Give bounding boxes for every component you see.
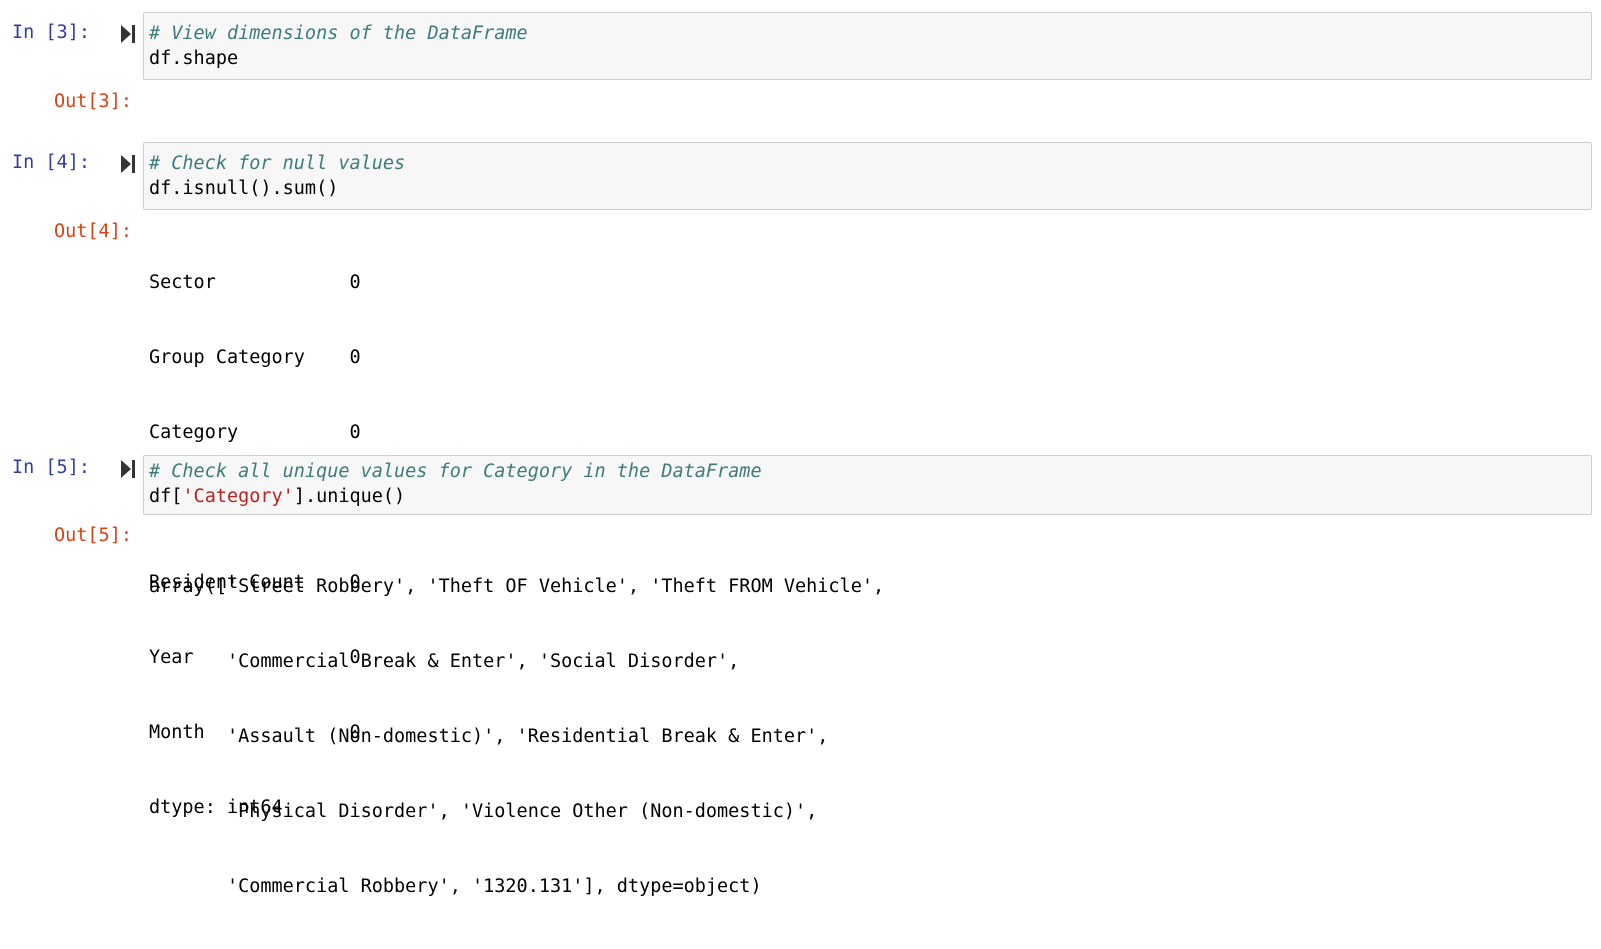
code-input[interactable]: # View dimensions of the DataFrame df.sha… bbox=[143, 12, 1592, 80]
in-prompt: In [3]: bbox=[12, 22, 90, 43]
code-comment: # Check for null values bbox=[149, 153, 406, 174]
output-line: array(['Street Robbery', 'Theft OF Vehic… bbox=[149, 576, 885, 597]
output-line: Group Category 0 bbox=[149, 347, 361, 368]
code-input[interactable]: # Check for null values df.isnull().sum() bbox=[143, 142, 1592, 210]
cell-output: array(['Street Robbery', 'Theft OF Vehic… bbox=[149, 524, 884, 949]
code-line: df['Category'].unique() bbox=[149, 484, 1591, 509]
run-cell-icon bbox=[121, 155, 135, 173]
code-comment: # View dimensions of the DataFrame bbox=[149, 23, 528, 44]
out-prompt: Out[3]: bbox=[54, 91, 132, 112]
run-cell-icon bbox=[121, 25, 135, 43]
code-line: df.shape bbox=[149, 48, 239, 69]
run-cell-button[interactable] bbox=[121, 460, 135, 478]
out-prompt: Out[5]: bbox=[54, 525, 132, 546]
output-line: 'Commercial Robbery', '1320.131'], dtype… bbox=[149, 876, 762, 897]
code-line: df.isnull().sum() bbox=[149, 178, 339, 199]
output-line: 'Physical Disorder', 'Violence Other (No… bbox=[149, 801, 818, 822]
output-line: 'Assault (Non-domestic)', 'Residential B… bbox=[149, 726, 829, 747]
code-comment: # Check all unique values for Category i… bbox=[149, 461, 762, 482]
code-input[interactable]: # Check all unique values for Category i… bbox=[143, 455, 1592, 515]
in-prompt: In [4]: bbox=[12, 152, 90, 173]
output-line: 'Commercial Break & Enter', 'Social Diso… bbox=[149, 651, 740, 672]
run-cell-button[interactable] bbox=[121, 155, 135, 173]
code-text: df[ bbox=[149, 486, 183, 507]
out-prompt: Out[4]: bbox=[54, 221, 132, 242]
run-cell-button[interactable] bbox=[121, 25, 135, 43]
code-text: ].unique() bbox=[293, 486, 406, 507]
in-prompt: In [5]: bbox=[12, 457, 90, 478]
run-cell-icon bbox=[121, 460, 135, 478]
code-string: 'Category' bbox=[182, 486, 294, 507]
output-line: Category 0 bbox=[149, 422, 361, 443]
output-line: Sector 0 bbox=[149, 272, 361, 293]
